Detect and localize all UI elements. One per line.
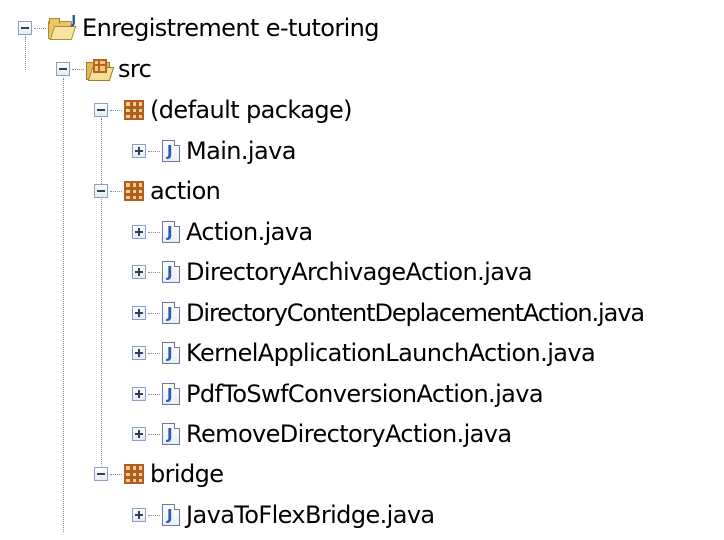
tree-dots [148, 271, 160, 273]
tree-node-file[interactable]: Action.java [132, 212, 313, 252]
tree-node-src[interactable]: src [56, 49, 152, 89]
java-project-folder-icon: J [48, 13, 77, 40]
tree-node-file[interactable]: Main.java [132, 131, 296, 171]
project-label: Enregistrement e-tutoring [82, 14, 380, 42]
expand-toggle-icon[interactable] [132, 265, 146, 279]
java-file-icon [162, 423, 180, 445]
collapse-toggle-icon[interactable] [18, 21, 32, 35]
collapse-toggle-icon[interactable] [94, 184, 108, 198]
java-file-icon [162, 221, 180, 243]
tree-dots [110, 109, 122, 111]
tree-dots [110, 473, 122, 475]
expand-toggle-icon[interactable] [132, 387, 146, 401]
file-label: RemoveDirectoryAction.java [186, 420, 512, 448]
file-label: DirectoryContentDeplacementAction.java [186, 299, 645, 327]
tree-dots [148, 352, 160, 354]
tree-dots [148, 231, 160, 233]
tree-node-file[interactable]: DirectoryArchivageAction.java [132, 252, 533, 292]
collapse-toggle-icon[interactable] [94, 467, 108, 481]
package-label: bridge [150, 460, 224, 488]
file-label: Action.java [186, 218, 313, 246]
file-label: KernelApplicationLaunchAction.java [186, 339, 596, 367]
file-label: JavaToFlexBridge.java [186, 501, 435, 529]
expand-toggle-icon[interactable] [132, 346, 146, 360]
tree-node-package[interactable]: action [94, 171, 221, 211]
expand-toggle-icon[interactable] [132, 144, 146, 158]
tree-dots [148, 393, 160, 395]
expand-toggle-icon[interactable] [132, 225, 146, 239]
tree-node-package[interactable]: (default package) [94, 90, 353, 130]
package-explorer-tree: J Enregistrement e-tutoring src (default… [0, 0, 724, 540]
source-folder-icon [86, 58, 115, 81]
file-label: PdfToSwfConversionAction.java [186, 380, 544, 408]
package-icon [124, 464, 144, 484]
tree-node-file[interactable]: KernelApplicationLaunchAction.java [132, 333, 596, 373]
file-label: Main.java [186, 137, 296, 165]
tree-dots [34, 27, 46, 29]
java-file-icon [162, 342, 180, 364]
tree-node-file[interactable]: PdfToSwfConversionAction.java [132, 374, 544, 414]
tree-dots [110, 190, 122, 192]
tree-node-file[interactable]: RemoveDirectoryAction.java [132, 414, 512, 454]
file-label: DirectoryArchivageAction.java [186, 258, 533, 286]
expand-toggle-icon[interactable] [132, 427, 146, 441]
tree-node-file[interactable]: DirectoryContentDeplacementAction.java [132, 293, 645, 333]
tree-connector-line [63, 78, 64, 532]
collapse-toggle-icon[interactable] [56, 62, 70, 76]
java-file-icon [162, 302, 180, 324]
tree-dots [148, 514, 160, 516]
java-file-icon [162, 261, 180, 283]
tree-dots [148, 312, 160, 314]
collapse-toggle-icon[interactable] [94, 103, 108, 117]
tree-dots [72, 68, 84, 70]
package-label: (default package) [150, 96, 353, 124]
package-icon [124, 181, 144, 201]
package-label: action [150, 177, 221, 205]
tree-dots [148, 150, 160, 152]
tree-dots [148, 433, 160, 435]
package-icon [124, 100, 144, 120]
src-label: src [118, 55, 152, 83]
expand-toggle-icon[interactable] [132, 306, 146, 320]
tree-node-project[interactable]: J Enregistrement e-tutoring [18, 8, 380, 48]
java-file-icon [162, 504, 180, 526]
tree-node-package[interactable]: bridge [94, 454, 224, 494]
java-file-icon [162, 383, 180, 405]
java-file-icon [162, 140, 180, 162]
expand-toggle-icon[interactable] [132, 508, 146, 522]
tree-node-file[interactable]: JavaToFlexBridge.java [132, 495, 435, 535]
